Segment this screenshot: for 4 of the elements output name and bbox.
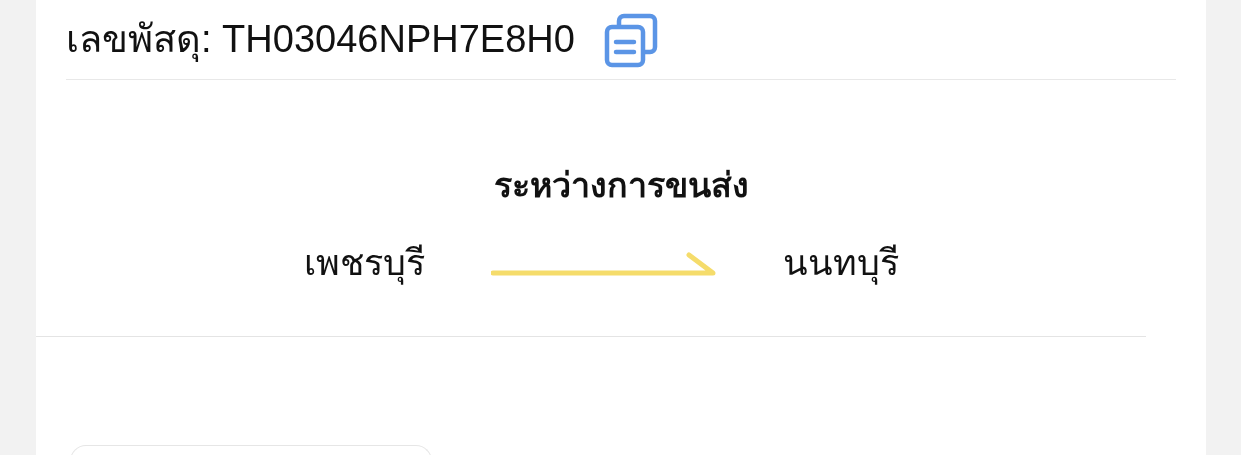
origin-city: เพชรบุรี [303,241,425,287]
parcel-number: เลขพัสดุ: TH03046NPH7E8H0 [66,17,575,64]
shipment-status: ระหว่างการขนส่ง [493,165,749,206]
destination-city: นนทบุรี [782,241,899,287]
